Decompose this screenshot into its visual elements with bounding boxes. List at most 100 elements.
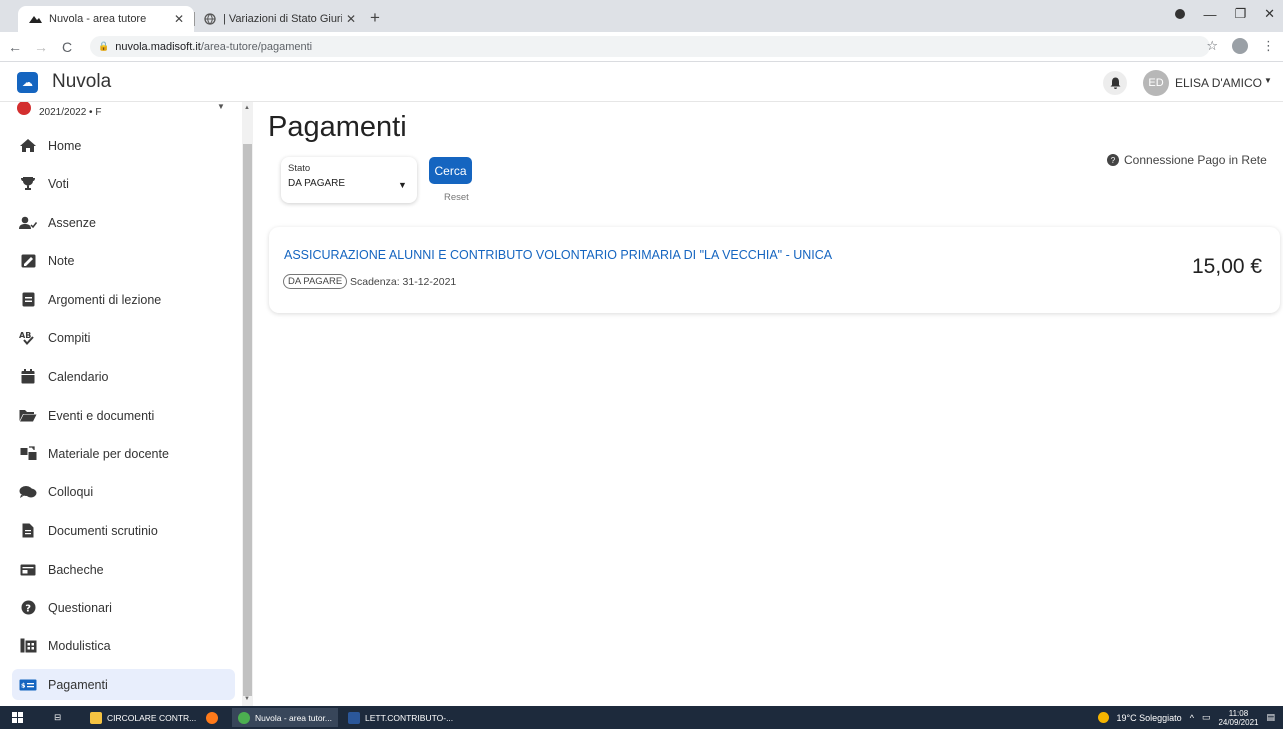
taskbar-item-label: Nuvola - area tutor... <box>255 712 333 723</box>
sun-icon <box>1097 712 1109 723</box>
taskbar-item-nuvola[interactable]: Nuvola - area tutor... <box>232 708 339 727</box>
sidebar-item-label: Materiale per docente <box>48 446 169 461</box>
taskbar-item-label: LETT.CONTRIBUTO-... <box>365 712 454 723</box>
weather-text[interactable]: 19°C Soleggiato <box>1117 713 1182 723</box>
taskbar-item-word[interactable]: LETT.CONTRIBUTO-... <box>342 708 459 727</box>
school-year-selector[interactable]: 2021/2022 • F <box>17 102 101 122</box>
chat-icon <box>18 482 38 502</box>
sidebar-item-label: Voti <box>48 176 69 191</box>
date: 24/09/2021 <box>1218 717 1259 727</box>
folder-icon <box>18 406 38 426</box>
chevron-up-icon[interactable]: ^ <box>1190 713 1194 723</box>
windows-start-icon[interactable] <box>12 712 23 723</box>
word-icon <box>348 711 360 724</box>
reload-icon[interactable]: C <box>56 39 78 55</box>
sidebar-item-questionari[interactable]: ? Questionari <box>12 592 235 623</box>
avatar[interactable]: ED <box>1143 70 1169 96</box>
task-view-icon[interactable]: ⊟ <box>48 708 67 727</box>
tab-variazioni[interactable]: | Variazioni di Stato Giuridico ✕ <box>194 6 366 32</box>
reset-link[interactable]: Reset <box>444 192 469 203</box>
list-icon <box>18 290 38 310</box>
profile-icon[interactable] <box>1232 38 1248 54</box>
sidebar-item-label: Documenti scrutinio <box>48 523 158 538</box>
payment-due-date: Scadenza: 31-12-2021 <box>350 276 457 288</box>
tab-nuvola[interactable]: Nuvola - area tutore ✕ <box>18 6 194 32</box>
caret-down-icon[interactable]: ▼ <box>1264 76 1272 85</box>
taskbar-item-label: CIRCOLARE CONTR... <box>107 712 197 723</box>
svg-text:AB: AB <box>19 331 31 340</box>
bell-icon[interactable] <box>1103 71 1127 95</box>
scroll-up-icon[interactable]: ▲ <box>244 105 250 111</box>
sidebar-item-home[interactable]: Home <box>12 130 235 161</box>
restore-icon[interactable]: ❐ <box>1234 6 1246 22</box>
stato-select[interactable]: Stato DA PAGARE ▼ <box>281 157 417 203</box>
sidebar-item-eventi[interactable]: Eventi e documenti <box>12 400 235 431</box>
caret-down-icon[interactable]: ▼ <box>217 102 225 111</box>
sidebar-item-argomenti[interactable]: Argomenti di lezione <box>12 284 235 315</box>
sidebar-item-calendario[interactable]: Calendario <box>12 361 235 392</box>
sidebar-scrollbar[interactable]: ▲ ▼ <box>242 102 253 706</box>
sidebar-item-label: Modulistica <box>48 638 111 653</box>
sidebar-item-pagamenti[interactable]: $ Pagamenti <box>12 669 235 700</box>
question-icon: ? <box>18 598 38 618</box>
sidebar-item-label: Assenze <box>48 215 96 230</box>
sidebar-item-label: Calendario <box>48 369 109 384</box>
payment-title-link[interactable]: ASSICURAZIONE ALUNNI E CONTRIBUTO VOLONT… <box>284 248 832 262</box>
tab-title: Nuvola - area tutore <box>49 13 147 25</box>
forms-icon <box>18 636 38 656</box>
sidebar-item-assenze[interactable]: Assenze <box>12 207 235 238</box>
close-icon[interactable]: ✕ <box>174 12 184 26</box>
sidebar-item-label: Argomenti di lezione <box>48 292 162 307</box>
forward-icon[interactable]: → <box>30 39 52 55</box>
menu-icon[interactable]: ⋮ <box>1262 38 1275 54</box>
sidebar-item-documenti[interactable]: Documenti scrutinio <box>12 515 235 546</box>
sidebar: 2021/2022 • F ▼ Home Voti Assenze Note A… <box>0 102 244 706</box>
network-icon[interactable]: ▭ <box>1202 712 1211 723</box>
user-name[interactable]: ELISA D'AMICO <box>1175 76 1262 90</box>
sidebar-item-bacheche[interactable]: Bacheche <box>12 554 235 585</box>
time: 11:08 <box>1228 708 1249 718</box>
clock[interactable]: 11:08 24/09/2021 <box>1218 709 1258 727</box>
notification-icon[interactable]: ▤ <box>1266 712 1275 723</box>
taskbar-item-firefox[interactable] <box>200 708 229 727</box>
sidebar-item-label: Compiti <box>48 330 91 345</box>
record-icon[interactable] <box>1175 9 1186 19</box>
year-badge-icon <box>17 102 31 115</box>
page-title: Pagamenti <box>268 111 407 143</box>
url-path: /area-tutore/pagamenti <box>200 40 313 53</box>
connessione-pago-link[interactable]: ? Connessione Pago in Rete <box>1107 153 1267 167</box>
back-icon[interactable]: ← <box>4 39 26 55</box>
caret-down-icon: ▼ <box>398 180 407 190</box>
sidebar-item-colloqui[interactable]: Colloqui <box>12 476 235 507</box>
sidebar-item-voti[interactable]: Voti <box>12 168 235 199</box>
browser-tabstrip: Nuvola - area tutore ✕ | Variazioni di S… <box>0 0 1283 32</box>
taskbar: ⊟ CIRCOLARE CONTR... Nuvola - area tutor… <box>0 706 1283 729</box>
close-window-icon[interactable]: ✕ <box>1264 6 1275 22</box>
address-bar[interactable]: 🔒 nuvola.madisoft.it/area-tutore/pagamen… <box>90 36 1210 57</box>
calendar-icon <box>18 367 38 387</box>
minimize-icon[interactable]: — <box>1203 7 1216 22</box>
folder-icon <box>90 711 102 724</box>
taskbar-item-circolare[interactable]: CIRCOLARE CONTR... <box>84 708 202 727</box>
stato-value: DA PAGARE <box>288 178 346 189</box>
nuvola-logo-icon[interactable]: ☁ <box>17 72 38 93</box>
connessione-label: Connessione Pago in Rete <box>1124 153 1267 167</box>
new-tab-button[interactable]: + <box>370 8 380 28</box>
lock-icon: 🔒 <box>98 41 110 51</box>
star-icon[interactable]: ☆ <box>1206 38 1218 54</box>
payment-card: ASSICURAZIONE ALUNNI E CONTRIBUTO VOLONT… <box>269 227 1280 313</box>
window-controls: — ❐ ✕ <box>1175 6 1275 22</box>
url-host: nuvola.madisoft.it <box>115 40 201 53</box>
sidebar-item-compiti[interactable]: AB Compiti <box>12 322 235 353</box>
browser-toolbar: ← → C 🔒 nuvola.madisoft.it/area-tutore/p… <box>0 32 1283 62</box>
close-icon[interactable]: ✕ <box>346 12 356 26</box>
sidebar-item-note[interactable]: Note <box>12 245 235 276</box>
search-button[interactable]: Cerca <box>429 157 472 184</box>
sidebar-item-modulistica[interactable]: Modulistica <box>12 630 235 661</box>
sidebar-item-materiale[interactable]: Materiale per docente <box>12 438 235 469</box>
sidebar-item-label: Pagamenti <box>48 677 108 692</box>
scroll-down-icon[interactable]: ▼ <box>244 696 250 702</box>
scrollbar-thumb[interactable] <box>243 144 252 696</box>
user-check-icon <box>18 213 38 233</box>
toolbar-actions: ☆ ⋮ <box>1206 38 1275 54</box>
